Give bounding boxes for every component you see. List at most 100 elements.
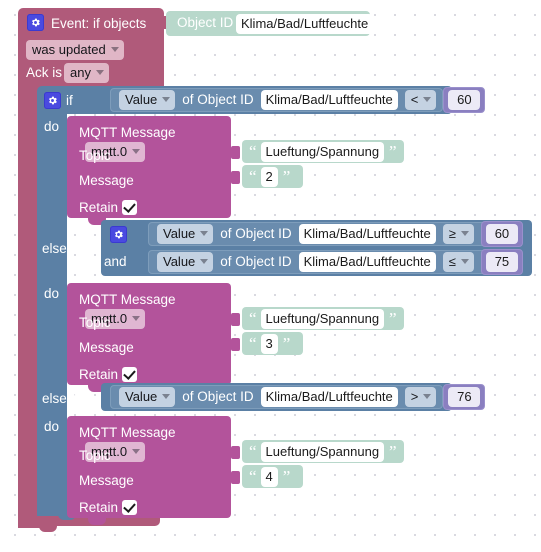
topic-value-3: Lueftung/Spannung [260, 441, 385, 462]
message-value-1: 2 [260, 166, 278, 187]
number-value-3: 75 [485, 252, 518, 272]
topic-value-2: Lueftung/Spannung [260, 308, 385, 329]
topic-string-block-3[interactable]: “ Lueftung/Spannung ” [242, 440, 404, 463]
chevron-down-icon [423, 97, 432, 102]
mqtt-message-label-2: Message [79, 340, 134, 355]
mqtt-retain-row-3[interactable]: Retain [79, 499, 138, 517]
mqtt-message-plug-1 [231, 171, 240, 184]
mqtt-topic-label-1: Topic [79, 148, 111, 163]
blockly-workspace[interactable]: Event: if objects was updated Ack is any… [0, 0, 541, 552]
number-block-2[interactable]: 60 [480, 221, 523, 247]
attribute-dropdown-1[interactable]: Value [119, 90, 176, 110]
object-id-value-4: Klima/Bad/Luftfeuchte [260, 387, 398, 407]
operator-dropdown-2[interactable]: ≥ [442, 224, 474, 244]
mqtt-message-block-3[interactable]: MQTT Message mqtt.0 Topic Message Retain [67, 416, 240, 525]
quote-open-icon: “ [249, 166, 256, 186]
number-block-3[interactable]: 75 [480, 249, 523, 275]
number-block-1[interactable]: 60 [443, 87, 486, 113]
if-block-left-spine[interactable] [37, 112, 67, 516]
else-if-label-2: else if [42, 391, 78, 406]
do-label-3: do [44, 419, 60, 434]
and-label: and [104, 254, 127, 269]
chevron-down-icon [460, 231, 469, 236]
mqtt-retain-label-2: Retain [79, 367, 119, 382]
operator-dropdown-1[interactable]: < [404, 90, 437, 110]
topic-string-block-2[interactable]: “ Lueftung/Spannung ” [242, 307, 404, 330]
chevron-down-icon [460, 259, 469, 264]
quote-open-icon: “ [249, 333, 256, 353]
mqtt-topic-plug-1 [231, 146, 240, 159]
quote-close-icon: ” [282, 466, 290, 486]
mqtt-message-block-2[interactable]: MQTT Message mqtt.0 Topic Message Retain [67, 283, 240, 392]
mqtt-topic-plug-3 [231, 446, 240, 459]
quote-close-icon: ” [282, 333, 290, 353]
topic-value-1: Lueftung/Spannung [260, 141, 385, 162]
object-id-field[interactable]: Klima/Bad/Luftfeuchte [236, 14, 374, 34]
event-block-title: Event: if objects [51, 16, 147, 31]
attribute-dropdown-4[interactable]: Value [119, 387, 176, 407]
gear-icon[interactable] [110, 226, 127, 243]
message-string-block-1[interactable]: “ 2 ” [242, 165, 303, 188]
attribute-value-1: Value [125, 92, 158, 107]
comparison-block-3[interactable]: Value of Object ID Klima/Bad/Luftfeuchte… [148, 249, 523, 275]
topic-string-block-1[interactable]: “ Lueftung/Spannung ” [242, 140, 404, 163]
chevron-down-icon [162, 394, 171, 399]
mqtt-retain-label-3: Retain [79, 500, 119, 515]
number-value-1: 60 [448, 90, 481, 110]
operator-value-1: < [410, 92, 419, 107]
of-object-id-label-3: of Object ID [220, 254, 292, 270]
if-label: if [66, 93, 73, 108]
mqtt-message-block-1[interactable]: MQTT Message mqtt.0 Topic Message Retain [67, 116, 240, 225]
quote-close-icon: ” [282, 166, 290, 186]
ack-label: Ack is [26, 65, 63, 80]
chevron-down-icon [162, 97, 171, 102]
comparison-block-1[interactable]: Value of Object ID Klima/Bad/Luftfeuchte… [110, 87, 486, 113]
mqtt-message-label-1: Message [79, 173, 134, 188]
mqtt-topic-plug-2 [231, 313, 240, 326]
retain-checkbox-3[interactable] [122, 500, 138, 516]
chevron-down-icon [132, 149, 141, 154]
mqtt-retain-row-2[interactable]: Retain [79, 366, 138, 384]
quote-open-icon: “ [249, 441, 256, 461]
chevron-down-icon [423, 394, 432, 399]
chevron-down-icon [110, 47, 119, 52]
number-value-2: 60 [485, 224, 518, 244]
mqtt-topic-label-3: Topic [79, 448, 111, 463]
chevron-down-icon [132, 449, 141, 454]
number-block-4[interactable]: 76 [443, 384, 486, 410]
operator-dropdown-4[interactable]: > [404, 387, 437, 407]
object-id-value-1: Klima/Bad/Luftfeuchte [260, 90, 398, 110]
operator-value-3: ≤ [448, 254, 456, 269]
gear-icon[interactable] [27, 14, 44, 31]
object-id-value-3: Klima/Bad/Luftfeuchte [298, 252, 436, 272]
message-string-block-2[interactable]: “ 3 ” [242, 332, 303, 355]
object-id-value-2: Klima/Bad/Luftfeuchte [298, 224, 436, 244]
message-string-block-3[interactable]: “ 4 ” [242, 465, 303, 488]
message-value-2: 3 [260, 333, 278, 354]
quote-close-icon: ” [389, 308, 396, 328]
mqtt-retain-row-1[interactable]: Retain [79, 199, 138, 217]
attribute-dropdown-3[interactable]: Value [157, 252, 214, 272]
mqtt-message-plug-3 [231, 471, 240, 484]
operator-value-4: > [410, 389, 419, 404]
event-trigger-dropdown[interactable]: was updated [26, 40, 124, 60]
operator-dropdown-3[interactable]: ≤ [442, 252, 474, 272]
quote-close-icon: ” [389, 441, 396, 461]
attribute-dropdown-2[interactable]: Value [157, 224, 214, 244]
comparison-block-4[interactable]: Value of Object ID Klima/Bad/Luftfeuchte… [110, 384, 486, 410]
do-label-1: do [44, 119, 60, 134]
quote-open-icon: “ [249, 141, 256, 161]
quote-open-icon: “ [249, 308, 256, 328]
retain-checkbox-1[interactable] [122, 200, 138, 216]
object-id-value: Klima/Bad/Luftfeuchte [236, 14, 374, 34]
event-block-bottom-notch [39, 525, 57, 532]
attribute-value-2: Value [163, 226, 196, 241]
message-value-3: 4 [260, 466, 278, 487]
attribute-value-4: Value [125, 389, 158, 404]
ack-dropdown[interactable]: any [64, 63, 109, 83]
comparison-block-2[interactable]: Value of Object ID Klima/Bad/Luftfeuchte… [148, 221, 523, 247]
gear-icon[interactable] [44, 92, 61, 109]
retain-checkbox-2[interactable] [122, 367, 138, 383]
of-object-id-label-1: of Object ID [182, 92, 254, 108]
chevron-down-icon [132, 316, 141, 321]
